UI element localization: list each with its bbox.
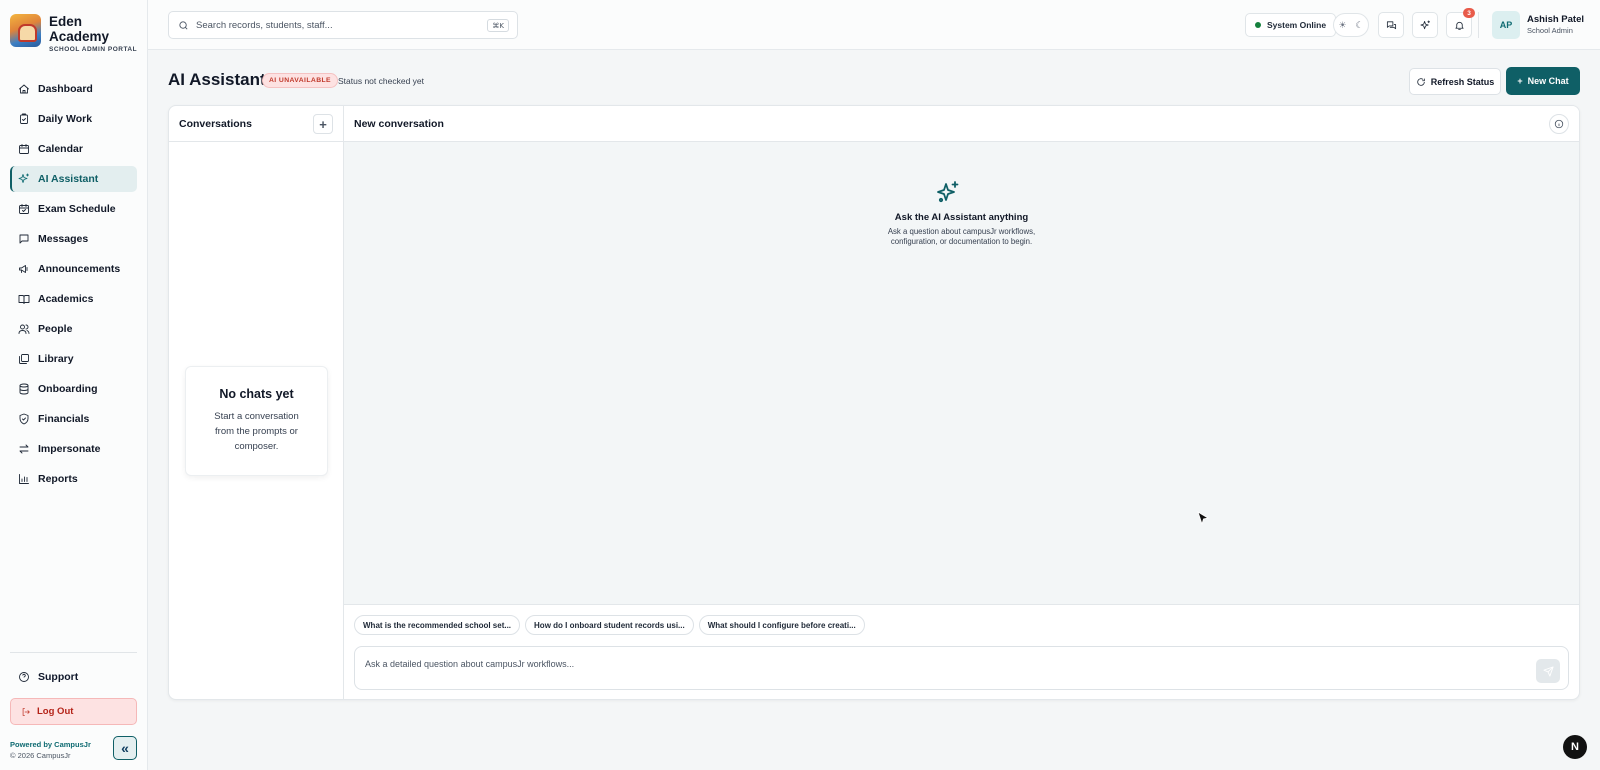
sparkle-icon (936, 180, 960, 204)
page-title: AI Assistant (168, 70, 266, 89)
prompt-chip[interactable]: What is the recommended school set... (354, 615, 521, 635)
calendar-check-icon (19, 204, 29, 214)
school-crest-logo (10, 14, 41, 47)
sidebar-item-exam-schedule[interactable]: Exam Schedule (10, 196, 137, 222)
ai-sparkle-button[interactable] (1412, 12, 1438, 38)
prompt-chip[interactable]: What should I configure before creati... (698, 615, 865, 635)
support-link[interactable]: Support (10, 666, 137, 688)
megaphone-icon (19, 265, 28, 273)
search-icon (179, 20, 188, 29)
composer-input[interactable] (365, 659, 1465, 669)
sidebar-item-calendar[interactable]: Calendar (10, 136, 137, 162)
message-icon (19, 234, 29, 244)
help-circle-icon (19, 672, 29, 682)
new-chat-button[interactable]: + New Chat (1506, 67, 1580, 95)
search-input[interactable]: Search records, students, staff... (196, 20, 333, 31)
sidebar-item-daily-work[interactable]: Daily Work (10, 106, 137, 132)
sidebar-item-people[interactable]: People (10, 316, 137, 342)
no-chats-title: No chats yet (219, 387, 294, 401)
bar-chart-icon (19, 474, 29, 484)
send-button[interactable] (1536, 659, 1560, 683)
sidebar-item-library[interactable]: Library (10, 346, 137, 372)
bell-icon (1454, 21, 1464, 30)
swap-icon (19, 444, 29, 454)
brand[interactable]: Eden Academy SCHOOL ADMIN PORTAL (10, 14, 137, 53)
add-conversation-button[interactable]: + (313, 114, 333, 134)
avatar[interactable]: AP (1492, 11, 1520, 39)
search-box[interactable]: Search records, students, staff... ⌘K (168, 11, 518, 39)
conversations-panel: Conversations + No chats yet Start a con… (169, 106, 344, 699)
logout-button[interactable]: Log Out (10, 698, 137, 725)
assistant-card: Conversations + No chats yet Start a con… (168, 105, 1580, 700)
status-dot-icon (1255, 22, 1261, 28)
clipboard-icon (20, 113, 28, 124)
library-icon (19, 354, 29, 364)
sidebar-item-reports[interactable]: Reports (10, 466, 137, 492)
user-role: School Admin (1527, 26, 1573, 35)
search-shortcut: ⌘K (487, 19, 509, 32)
sparkle-icon (1420, 20, 1430, 29)
composer (354, 646, 1569, 690)
chat-header: New conversation (344, 106, 1579, 142)
sidebar-item-onboarding[interactable]: Onboarding (10, 376, 137, 402)
sidebar-item-dashboard[interactable]: Dashboard (10, 76, 137, 102)
topbar: Search records, students, staff... ⌘K Sy… (148, 0, 1600, 50)
copyright: © 2026 CampusJr (10, 751, 71, 760)
sidebar-item-impersonate[interactable]: Impersonate (10, 436, 137, 462)
database-icon (19, 383, 29, 395)
theme-toggle[interactable]: ☀ ☾ (1333, 13, 1369, 37)
refresh-status-button[interactable]: Refresh Status (1409, 68, 1501, 95)
moon-icon: ☾ (1355, 19, 1364, 30)
sparkle-icon (18, 173, 29, 183)
chat-panel: New conversation Ask the AI Assistant an… (344, 106, 1579, 699)
powered-by: Powered by CampusJr (10, 740, 91, 749)
dashboard-icon (19, 84, 29, 94)
chevrons-left-icon: « (121, 740, 129, 756)
status-note: Status not checked yet (338, 76, 424, 86)
empty-chat-title: Ask the AI Assistant anything (894, 212, 1029, 223)
brand-name: Eden Academy (49, 14, 110, 44)
conversations-header: Conversations + (169, 106, 343, 142)
users-icon (18, 324, 30, 334)
brand-subtitle: SCHOOL ADMIN PORTAL (49, 46, 138, 53)
book-icon (18, 295, 30, 304)
refresh-icon (1416, 77, 1425, 86)
shield-icon (19, 413, 29, 425)
sidebar-divider (10, 652, 137, 653)
logout-icon (22, 707, 30, 716)
sidebar-item-messages[interactable]: Messages (10, 226, 137, 252)
chat-bubbles-icon (1386, 20, 1396, 29)
no-chats-description: Start a conversation from the prompts or… (214, 411, 299, 452)
plus-icon: + (319, 116, 327, 132)
sun-icon: ☀ (1338, 19, 1347, 30)
n-floating-button[interactable]: N (1563, 735, 1587, 759)
topbar-divider (1478, 12, 1479, 38)
sidebar-item-announcements[interactable]: Announcements (10, 256, 137, 282)
send-icon (1542, 665, 1554, 677)
notifications-button[interactable]: 3 (1446, 8, 1475, 38)
prompt-chip[interactable]: How do I onboard student records usi... (525, 615, 694, 635)
info-icon (1554, 119, 1564, 129)
sidebar-item-academics[interactable]: Academics (10, 286, 137, 312)
notification-count-badge: 3 (1463, 8, 1475, 18)
chat-messages-area: Ask the AI Assistant anything Ask a ques… (344, 142, 1579, 605)
plus-icon: + (1517, 76, 1523, 86)
collapse-sidebar-button[interactable]: « (113, 736, 137, 760)
sidebar-item-financials[interactable]: Financials (10, 406, 137, 432)
no-chats-card: No chats yet Start a conversation from t… (185, 366, 328, 476)
user-name[interactable]: Ashish Patel (1527, 14, 1584, 25)
ai-status-badge: AI UNAVAILABLE (262, 73, 338, 88)
sidebar-item-ai-assistant[interactable]: AI Assistant (10, 166, 137, 192)
system-status-badge: System Online (1245, 13, 1337, 37)
sidebar: Eden Academy SCHOOL ADMIN PORTAL Dashboa… (0, 0, 148, 770)
mouse-cursor-icon (1197, 511, 1209, 525)
empty-chat-description: Ask a question about campusJr workflows,… (887, 227, 1036, 246)
sidebar-nav: Dashboard Daily Work Calendar AI Assista… (10, 76, 137, 496)
info-button[interactable] (1549, 114, 1569, 134)
suggested-prompts: What is the recommended school set... Ho… (354, 615, 865, 635)
chat-button[interactable] (1378, 12, 1404, 38)
calendar-icon (19, 144, 29, 154)
